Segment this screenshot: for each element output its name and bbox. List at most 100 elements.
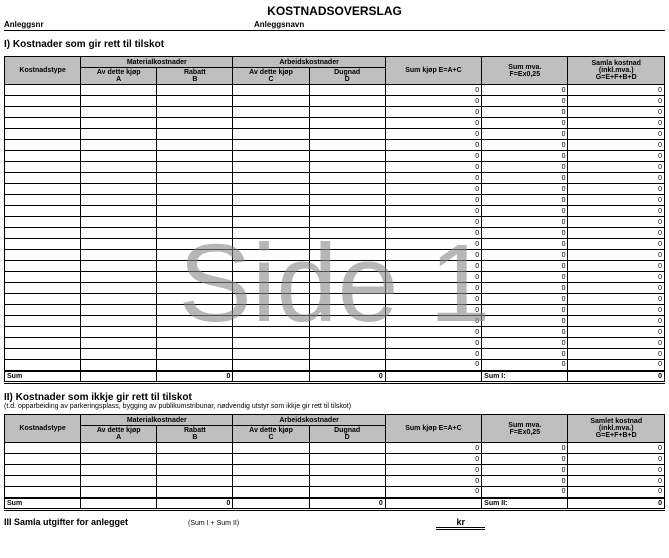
cell[interactable]: 0	[385, 206, 481, 217]
cell[interactable]: 0	[568, 151, 665, 162]
cell[interactable]	[233, 338, 309, 349]
cell[interactable]: 0	[482, 173, 568, 184]
cell[interactable]	[309, 239, 385, 250]
cell[interactable]	[233, 118, 309, 129]
cell[interactable]	[309, 283, 385, 294]
cell[interactable]	[233, 283, 309, 294]
cell[interactable]	[309, 476, 385, 487]
cell[interactable]: 0	[385, 349, 481, 360]
cell[interactable]: 0	[482, 85, 568, 96]
cell[interactable]	[233, 465, 309, 476]
cell[interactable]: 0	[482, 327, 568, 338]
cell[interactable]: 0	[568, 476, 665, 487]
cell[interactable]	[233, 96, 309, 107]
cell[interactable]	[81, 250, 157, 261]
cell[interactable]	[309, 118, 385, 129]
cell[interactable]: 0	[385, 129, 481, 140]
cell[interactable]	[81, 118, 157, 129]
cell[interactable]	[309, 162, 385, 173]
cell[interactable]	[309, 184, 385, 195]
cell[interactable]	[5, 151, 81, 162]
cell[interactable]	[81, 487, 157, 498]
cell[interactable]	[233, 162, 309, 173]
cell[interactable]: 0	[385, 454, 481, 465]
cell[interactable]: 0	[568, 294, 665, 305]
cell[interactable]	[81, 195, 157, 206]
cell[interactable]	[81, 107, 157, 118]
cell[interactable]	[309, 261, 385, 272]
cell[interactable]	[81, 338, 157, 349]
cell[interactable]: 0	[482, 443, 568, 454]
cell[interactable]	[5, 338, 81, 349]
cell[interactable]	[157, 316, 233, 327]
cell[interactable]: 0	[385, 487, 481, 498]
cell[interactable]	[157, 349, 233, 360]
cell[interactable]: 0	[482, 217, 568, 228]
cell[interactable]	[157, 239, 233, 250]
cell[interactable]	[157, 360, 233, 371]
cell[interactable]: 0	[385, 272, 481, 283]
cell[interactable]	[5, 129, 81, 140]
cell[interactable]	[309, 360, 385, 371]
cell[interactable]: 0	[385, 217, 481, 228]
cell[interactable]	[233, 316, 309, 327]
cell[interactable]: 0	[568, 96, 665, 107]
cell[interactable]	[309, 151, 385, 162]
cell[interactable]	[233, 476, 309, 487]
cell[interactable]	[157, 206, 233, 217]
cell[interactable]: 0	[568, 261, 665, 272]
cell[interactable]: 0	[385, 294, 481, 305]
cell[interactable]	[157, 261, 233, 272]
cell[interactable]: 0	[568, 107, 665, 118]
cell[interactable]: 0	[482, 305, 568, 316]
cell[interactable]: 0	[482, 118, 568, 129]
cell[interactable]	[81, 228, 157, 239]
cell[interactable]: 0	[482, 349, 568, 360]
cell[interactable]	[233, 360, 309, 371]
cell[interactable]	[233, 250, 309, 261]
cell[interactable]	[157, 338, 233, 349]
cell[interactable]: 0	[482, 338, 568, 349]
cell[interactable]: 0	[568, 129, 665, 140]
cell[interactable]: 0	[568, 85, 665, 96]
cell[interactable]: 0	[385, 96, 481, 107]
cell[interactable]: 0	[482, 239, 568, 250]
cell[interactable]	[5, 96, 81, 107]
cell[interactable]: 0	[385, 173, 481, 184]
cell[interactable]: 0	[385, 228, 481, 239]
cell[interactable]: 0	[482, 476, 568, 487]
anleggsnr-value[interactable]	[79, 20, 254, 29]
cell[interactable]	[309, 140, 385, 151]
cell[interactable]	[157, 162, 233, 173]
cell[interactable]	[5, 140, 81, 151]
cell[interactable]	[233, 140, 309, 151]
cell[interactable]	[309, 305, 385, 316]
cell[interactable]	[309, 129, 385, 140]
cell[interactable]	[5, 195, 81, 206]
cell[interactable]	[157, 140, 233, 151]
cell[interactable]: 0	[482, 206, 568, 217]
cell[interactable]	[233, 454, 309, 465]
cell[interactable]	[81, 206, 157, 217]
cell[interactable]	[5, 228, 81, 239]
cell[interactable]: 0	[385, 443, 481, 454]
cell[interactable]: 0	[385, 283, 481, 294]
cell[interactable]	[157, 217, 233, 228]
cell[interactable]	[309, 96, 385, 107]
cell[interactable]	[81, 305, 157, 316]
cell[interactable]	[5, 217, 81, 228]
cell[interactable]: 0	[385, 305, 481, 316]
cell[interactable]	[5, 476, 81, 487]
cell[interactable]: 0	[482, 454, 568, 465]
cell[interactable]	[5, 173, 81, 184]
cell[interactable]: 0	[482, 360, 568, 371]
cell[interactable]: 0	[568, 140, 665, 151]
cell[interactable]	[309, 272, 385, 283]
cell[interactable]	[5, 360, 81, 371]
cell[interactable]: 0	[568, 465, 665, 476]
cell[interactable]	[5, 443, 81, 454]
cell[interactable]: 0	[482, 162, 568, 173]
cell[interactable]: 0	[385, 465, 481, 476]
cell[interactable]	[233, 107, 309, 118]
cell[interactable]: 0	[385, 151, 481, 162]
